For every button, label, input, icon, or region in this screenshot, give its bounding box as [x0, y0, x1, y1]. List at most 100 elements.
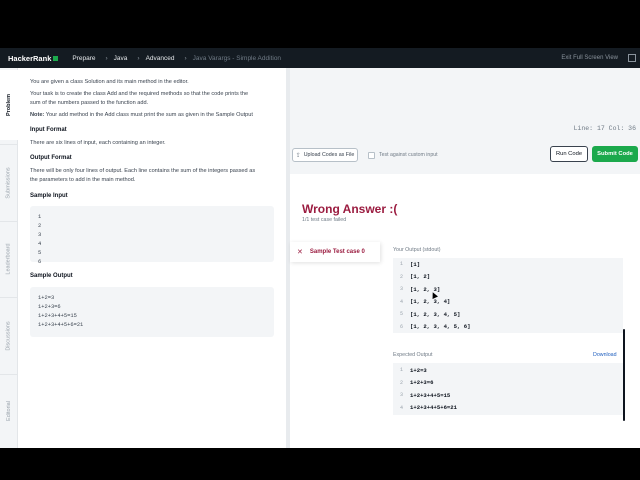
- scrollbar-thumb[interactable]: [623, 329, 625, 421]
- run-code-button[interactable]: Run Code: [550, 146, 588, 162]
- line-number: 1: [399, 261, 403, 268]
- output-format-text: the parameters to add in the main method…: [30, 177, 136, 183]
- tab-divider: [0, 221, 18, 222]
- cursor-position: Line: 17 Col: 36: [573, 125, 636, 132]
- screen: HackerRank Prepare › Java › Advanced › J…: [0, 0, 640, 480]
- result-panel: Wrong Answer :( 1/1 test case failed ✕ S…: [290, 174, 640, 448]
- output-text: [1, 2, 3, 4, 5, 6]: [410, 323, 471, 331]
- problem-text: Your task is to create the class Add and…: [30, 90, 249, 97]
- output-format-heading: Output Format: [30, 155, 72, 161]
- output-line: 6 [1, 2, 3, 4, 5, 6]: [393, 321, 470, 334]
- output-line: 5 [1, 2, 3, 4, 5]: [393, 308, 460, 321]
- tab-editorial[interactable]: Editorial: [0, 376, 18, 446]
- code-line: 2: [38, 223, 42, 229]
- custom-input-label: Test against custom input: [379, 152, 438, 158]
- problem-panel: You are given a class Solution and its m…: [18, 68, 286, 448]
- custom-input-checkbox[interactable]: [368, 152, 375, 159]
- your-output-label: Your Output (stdout): [393, 247, 441, 253]
- result-subtitle: 1/1 test case failed: [302, 217, 347, 223]
- expected-line: 2 1+2+3=6: [393, 377, 434, 390]
- line-number: 2: [399, 273, 403, 280]
- output-line: 1 [1]: [393, 258, 420, 271]
- line-number: 4: [399, 298, 403, 305]
- side-tabs: Problem Submissions Leaderboard Discussi…: [0, 68, 18, 448]
- expected-line: 3 1+2+3+4+5=15: [393, 389, 450, 402]
- problem-note: Note: Your add method in the Add class m…: [30, 111, 274, 120]
- tab-problem[interactable]: Problem: [0, 70, 18, 140]
- upload-label: Upload Codes as File: [303, 152, 355, 158]
- editor-panel: Line: 17 Col: 36 ⇪ Upload Codes as File …: [290, 68, 640, 448]
- tab-label: Submissions: [6, 167, 12, 199]
- tab-divider: [0, 297, 18, 298]
- expected-text: 1+2+3+4+5+6=21: [410, 404, 457, 412]
- tab-label: Editorial: [6, 401, 12, 421]
- upload-file-button[interactable]: ⇪ Upload Codes as File: [292, 148, 358, 162]
- output-format-text: There will be only four lines of output.…: [30, 167, 256, 174]
- output-text: [1, 2, 3, 4]: [410, 298, 451, 306]
- output-line: 4 [1, 2, 3, 4]: [393, 296, 450, 309]
- line-number: 4: [399, 404, 403, 411]
- tab-label: Discussions: [6, 321, 12, 351]
- code-line: 1+2+3+4+5+6=21: [38, 321, 84, 328]
- code-line: 4: [38, 241, 42, 247]
- nav-advanced[interactable]: Advanced: [146, 55, 175, 62]
- line-number: 6: [399, 323, 403, 330]
- output-text: [1]: [410, 260, 421, 268]
- code-line: 6: [38, 259, 42, 265]
- logo-mark-icon: [53, 55, 59, 61]
- download-link[interactable]: Download: [593, 352, 617, 358]
- hackerrank-logo[interactable]: HackerRank: [8, 53, 59, 63]
- sample-input-box: 1 2 3 4 5 6: [30, 206, 274, 265]
- tab-submissions[interactable]: Submissions: [0, 148, 18, 218]
- nav-prepare[interactable]: Prepare: [72, 55, 95, 62]
- expected-output-box: 1 1+2=3 2 1+2+3=6 3 1+2+3+4+5=15 4 1+2+3+4+5…: [393, 363, 623, 415]
- tab-label: Leaderboard: [6, 243, 13, 275]
- tab-divider: [0, 144, 18, 145]
- expected-text: 1+2+3+4+5=15: [410, 391, 451, 399]
- fullscreen-icon[interactable]: [628, 54, 636, 62]
- code-line: 1+2+3+4+5=15: [38, 312, 77, 319]
- line-number: 2: [399, 379, 403, 386]
- problem-text: sum of the numbers passed to the functio…: [30, 100, 149, 106]
- tab-leaderboard[interactable]: Leaderboard: [0, 224, 18, 294]
- output-text: [1, 2, 3, 4, 5]: [410, 310, 461, 318]
- chevron-right-icon: ›: [184, 54, 187, 62]
- result-title: Wrong Answer :(: [302, 202, 398, 216]
- breadcrumb-current: Java Varargs - Simple Addition: [192, 54, 282, 62]
- sample-output-heading: Sample Output: [30, 273, 73, 279]
- line-number: 3: [399, 392, 403, 399]
- chevron-right-icon: ›: [137, 54, 140, 62]
- tab-label: Problem: [6, 93, 13, 117]
- upload-icon: ⇪: [295, 152, 301, 159]
- code-line: 5: [38, 250, 42, 256]
- line-number: 3: [399, 286, 403, 293]
- sample-input-heading: Sample Input: [30, 192, 68, 199]
- submit-code-button[interactable]: Submit Code: [592, 146, 638, 162]
- code-line: 3: [38, 232, 42, 238]
- logo-text: HackerRank: [8, 53, 52, 63]
- expected-line: 4 1+2+3+4+5+6=21: [393, 402, 457, 415]
- top-navbar: HackerRank Prepare › Java › Advanced › J…: [0, 48, 640, 68]
- tab-divider: [0, 374, 18, 375]
- input-format-text: There are six lines of input, each conta…: [30, 139, 166, 146]
- test-case-tab[interactable]: ✕ Sample Test case 0: [290, 242, 380, 262]
- line-number: 5: [399, 311, 403, 318]
- expected-text: 1+2=3: [410, 366, 427, 374]
- test-case-label: Sample Test case 0: [309, 249, 365, 255]
- code-line: 1: [38, 214, 42, 220]
- note-label: Note:: [30, 111, 45, 118]
- exit-fullscreen-link[interactable]: Exit Full Screen View: [561, 55, 618, 61]
- fail-x-icon: ✕: [297, 249, 303, 256]
- tab-discussions[interactable]: Discussions: [0, 301, 18, 371]
- expected-line: 1 1+2=3: [393, 364, 427, 377]
- code-line: 1+2+3=6: [38, 303, 61, 310]
- nav-java[interactable]: Java: [114, 55, 128, 62]
- code-line: 1+2=3: [38, 294, 55, 301]
- output-text: [1, 2]: [410, 273, 431, 281]
- input-format-heading: Input Format: [30, 127, 67, 133]
- line-number: 1: [399, 367, 403, 374]
- chevron-right-icon: ›: [105, 54, 108, 62]
- output-line: 2 [1, 2]: [393, 271, 430, 284]
- problem-text: You are given a class Solution and its m…: [30, 79, 189, 85]
- sample-output-box: 1+2=3 1+2+3=6 1+2+3+4+5=15 1+2+3+4+5+6=2…: [30, 286, 274, 337]
